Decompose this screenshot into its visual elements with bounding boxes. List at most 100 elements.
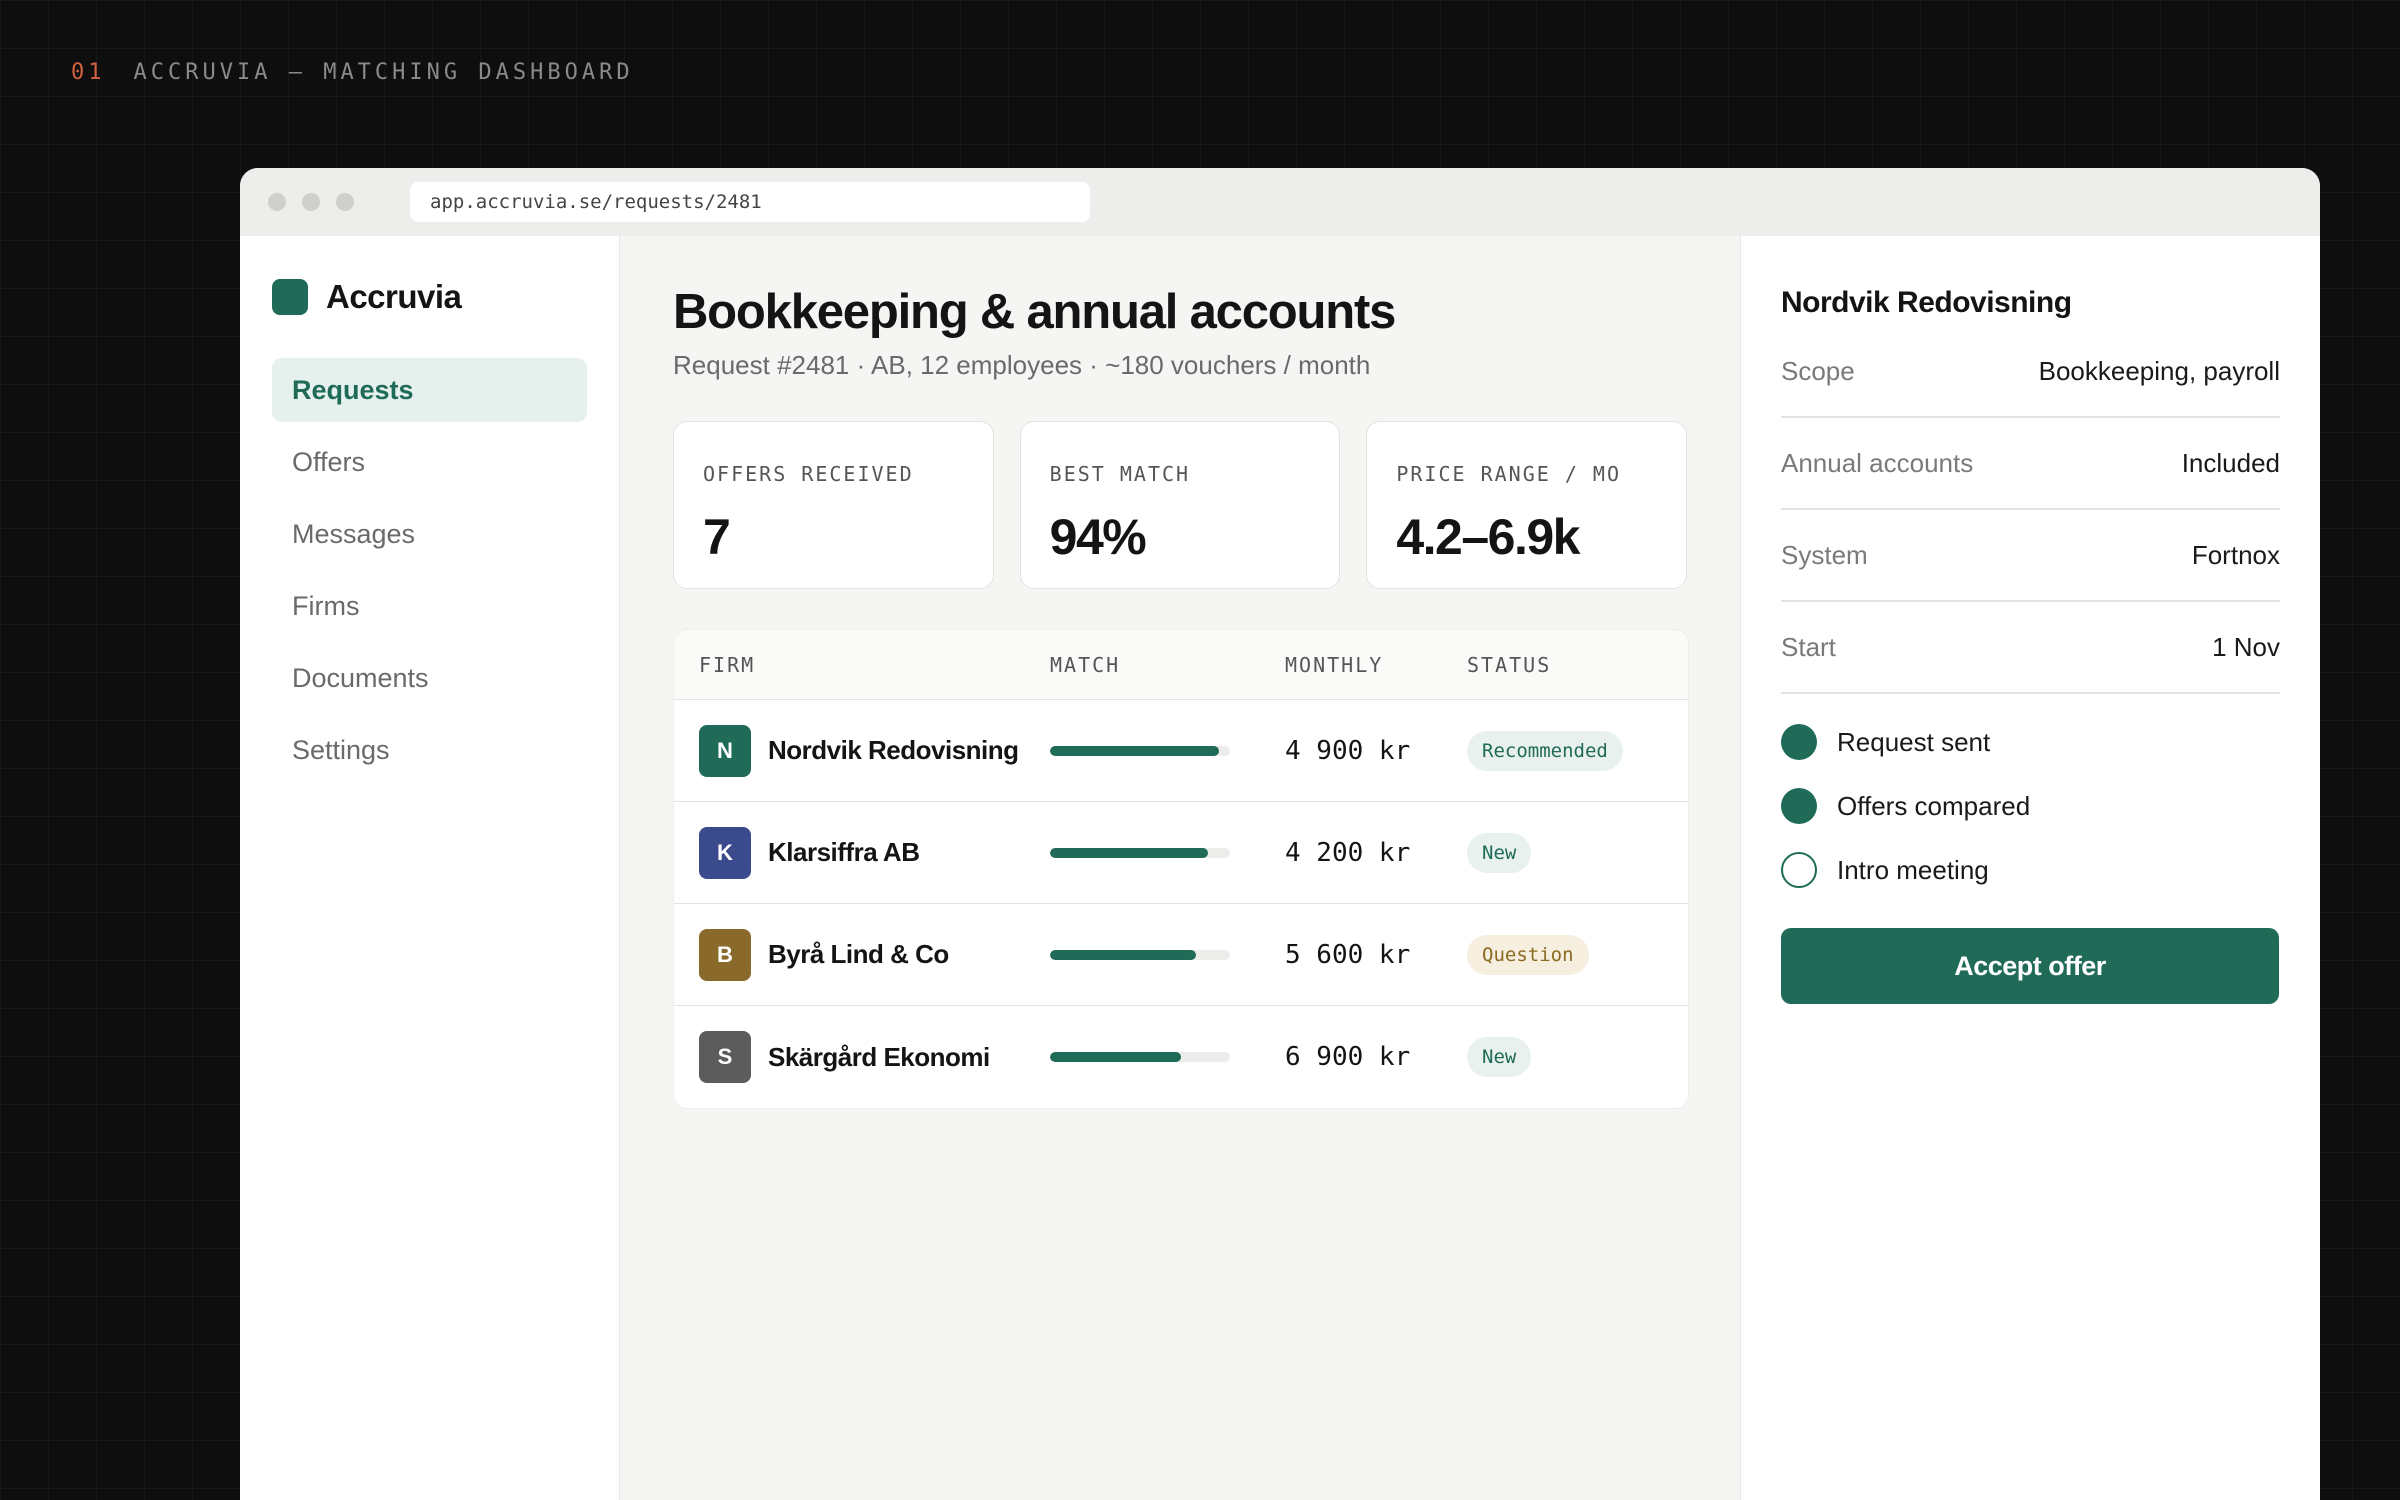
status-badge: Question bbox=[1467, 934, 1589, 975]
field-value: Fortnox bbox=[2191, 539, 2280, 570]
stats-row: OFFERS RECEIVED 7 BEST MATCH 94% PRICE R… bbox=[673, 421, 1688, 589]
page-label-number: 01 bbox=[71, 60, 106, 85]
match-bar-fill bbox=[1050, 1052, 1182, 1062]
detail-field-system: System Fortnox bbox=[1781, 510, 2280, 602]
status-badge: New bbox=[1467, 1037, 1532, 1077]
address-bar[interactable]: app.accruvia.se/requests/2481 bbox=[410, 182, 1090, 222]
step-status-icon bbox=[1781, 724, 1817, 760]
monthly-price: 4 200 kr bbox=[1285, 837, 1411, 868]
sidebar: Accruvia Requests Offers Messages Firms … bbox=[240, 236, 620, 1500]
monthly-price: 4 900 kr bbox=[1285, 735, 1411, 766]
stat-card-price-range: PRICE RANGE / MO 4.2–6.9k bbox=[1366, 421, 1688, 589]
stat-value: 7 bbox=[703, 509, 731, 565]
table-row[interactable]: S Skärgård Ekonomi 6 900 kr New bbox=[674, 1006, 1688, 1108]
window-close-dot[interactable] bbox=[268, 193, 286, 211]
status-badge: New bbox=[1467, 832, 1532, 873]
stat-label: BEST MATCH bbox=[1049, 462, 1191, 486]
match-cell bbox=[1050, 949, 1285, 960]
table-body: N Nordvik Redovisning 4 900 kr Recommend… bbox=[674, 700, 1688, 1108]
monthly-price: 5 600 kr bbox=[1285, 939, 1411, 970]
window-minimize-dot[interactable] bbox=[302, 193, 320, 211]
firm-name: Byrå Lind & Co bbox=[768, 939, 949, 969]
field-value: Included bbox=[2181, 447, 2280, 478]
firm-name: Nordvik Redovisning bbox=[768, 735, 1019, 765]
firm-name: Klarsiffra AB bbox=[768, 837, 920, 867]
detail-firm-title: Nordvik Redovisning bbox=[1781, 286, 2072, 319]
firm-avatar: S bbox=[699, 1031, 751, 1083]
stat-value: 4.2–6.9k bbox=[1396, 509, 1580, 565]
firm-avatar: B bbox=[699, 928, 751, 981]
sidebar-nav: Requests Offers Messages Firms Documents… bbox=[272, 358, 587, 782]
stat-value: 94% bbox=[1049, 509, 1147, 565]
status-cell: New bbox=[1467, 1037, 1688, 1077]
offer-detail-panel: Nordvik Redovisning Scope Bookkeeping, p… bbox=[1740, 236, 2320, 1500]
field-value: Bookkeeping, payroll bbox=[2038, 355, 2280, 386]
sidebar-item-documents[interactable]: Documents bbox=[272, 646, 587, 710]
match-bar bbox=[1050, 1052, 1230, 1062]
field-label: Start bbox=[1781, 631, 1836, 662]
detail-field-annual-accounts: Annual accounts Included bbox=[1781, 418, 2280, 510]
accept-offer-button[interactable]: Accept offer bbox=[1781, 928, 2279, 1004]
sidebar-item-settings[interactable]: Settings bbox=[272, 718, 587, 782]
field-label: Scope bbox=[1781, 355, 1855, 386]
stat-card-offers: OFFERS RECEIVED 7 bbox=[673, 421, 994, 589]
firm-cell: N Nordvik Redovisning bbox=[674, 724, 1050, 777]
step-intro-meeting: Intro meeting bbox=[1781, 838, 2280, 902]
match-bar bbox=[1050, 745, 1230, 756]
match-bar-fill bbox=[1050, 949, 1196, 960]
match-bar bbox=[1050, 847, 1230, 858]
monthly-price: 6 900 kr bbox=[1285, 1042, 1411, 1072]
brand-name: Accruvia bbox=[326, 278, 462, 315]
detail-field-start: Start 1 Nov bbox=[1781, 602, 2280, 694]
field-value: 1 Nov bbox=[2212, 631, 2280, 662]
status-cell: New bbox=[1467, 832, 1688, 873]
match-bar bbox=[1050, 949, 1230, 960]
table-row[interactable]: B Byrå Lind & Co 5 600 kr Question bbox=[674, 904, 1688, 1006]
step-status-icon bbox=[1781, 788, 1817, 824]
page-label-text: ACCRUVIA — MATCHING DASHBOARD bbox=[133, 60, 634, 85]
browser-window: app.accruvia.se/requests/2481 Accruvia R… bbox=[240, 168, 2320, 1500]
step-offers-compared: Offers compared bbox=[1781, 774, 2280, 838]
sidebar-item-firms[interactable]: Firms bbox=[272, 574, 587, 638]
column-header-monthly[interactable]: MONTHLY bbox=[1285, 653, 1467, 677]
step-status-icon bbox=[1781, 852, 1817, 888]
firm-cell: B Byrå Lind & Co bbox=[674, 928, 1050, 981]
page-label: 01 ACCRUVIA — MATCHING DASHBOARD bbox=[71, 60, 634, 85]
main-content: Bookkeeping & annual accounts Request #2… bbox=[620, 236, 1740, 1500]
match-cell bbox=[1050, 745, 1285, 756]
table-row[interactable]: N Nordvik Redovisning 4 900 kr Recommend… bbox=[674, 700, 1688, 802]
table-row[interactable]: K Klarsiffra AB 4 200 kr New bbox=[674, 802, 1688, 904]
field-label: Annual accounts bbox=[1781, 447, 1974, 478]
firm-cell: K Klarsiffra AB bbox=[674, 826, 1050, 879]
stat-card-best-match: BEST MATCH 94% bbox=[1019, 421, 1341, 589]
request-subtitle: Request #2481 · AB, 12 employees · ~180 … bbox=[673, 350, 1371, 380]
status-badge: Recommended bbox=[1467, 730, 1623, 771]
step-label: Request sent bbox=[1837, 726, 1991, 757]
sidebar-item-messages[interactable]: Messages bbox=[272, 502, 587, 566]
field-label: System bbox=[1781, 539, 1868, 570]
match-cell bbox=[1050, 1052, 1285, 1062]
offers-table: FIRM MATCH MONTHLY STATUS N Nordvik Redo… bbox=[673, 629, 1689, 1109]
detail-field-scope: Scope Bookkeeping, payroll bbox=[1781, 326, 2280, 418]
firm-name: Skärgård Ekonomi bbox=[768, 1041, 990, 1072]
firm-avatar: N bbox=[699, 724, 751, 777]
match-cell bbox=[1050, 847, 1285, 858]
firm-avatar: K bbox=[699, 826, 751, 879]
sidebar-item-offers[interactable]: Offers bbox=[272, 430, 587, 494]
status-cell: Question bbox=[1467, 934, 1688, 975]
brand: Accruvia bbox=[272, 278, 587, 316]
step-label: Offers compared bbox=[1837, 790, 2031, 821]
column-header-firm[interactable]: FIRM bbox=[674, 653, 1050, 677]
brand-logo-icon bbox=[272, 279, 308, 315]
step-label: Intro meeting bbox=[1837, 854, 1989, 885]
firm-cell: S Skärgård Ekonomi bbox=[674, 1031, 1050, 1083]
window-maximize-dot[interactable] bbox=[336, 193, 354, 211]
stat-label: PRICE RANGE / MO bbox=[1396, 462, 1621, 486]
match-bar-fill bbox=[1050, 745, 1220, 756]
status-cell: Recommended bbox=[1467, 730, 1688, 771]
step-request-sent: Request sent bbox=[1781, 710, 2280, 774]
table-header: FIRM MATCH MONTHLY STATUS bbox=[674, 630, 1688, 700]
sidebar-item-requests[interactable]: Requests bbox=[272, 358, 587, 422]
column-header-status[interactable]: STATUS bbox=[1467, 653, 1688, 677]
column-header-match[interactable]: MATCH bbox=[1050, 653, 1285, 677]
